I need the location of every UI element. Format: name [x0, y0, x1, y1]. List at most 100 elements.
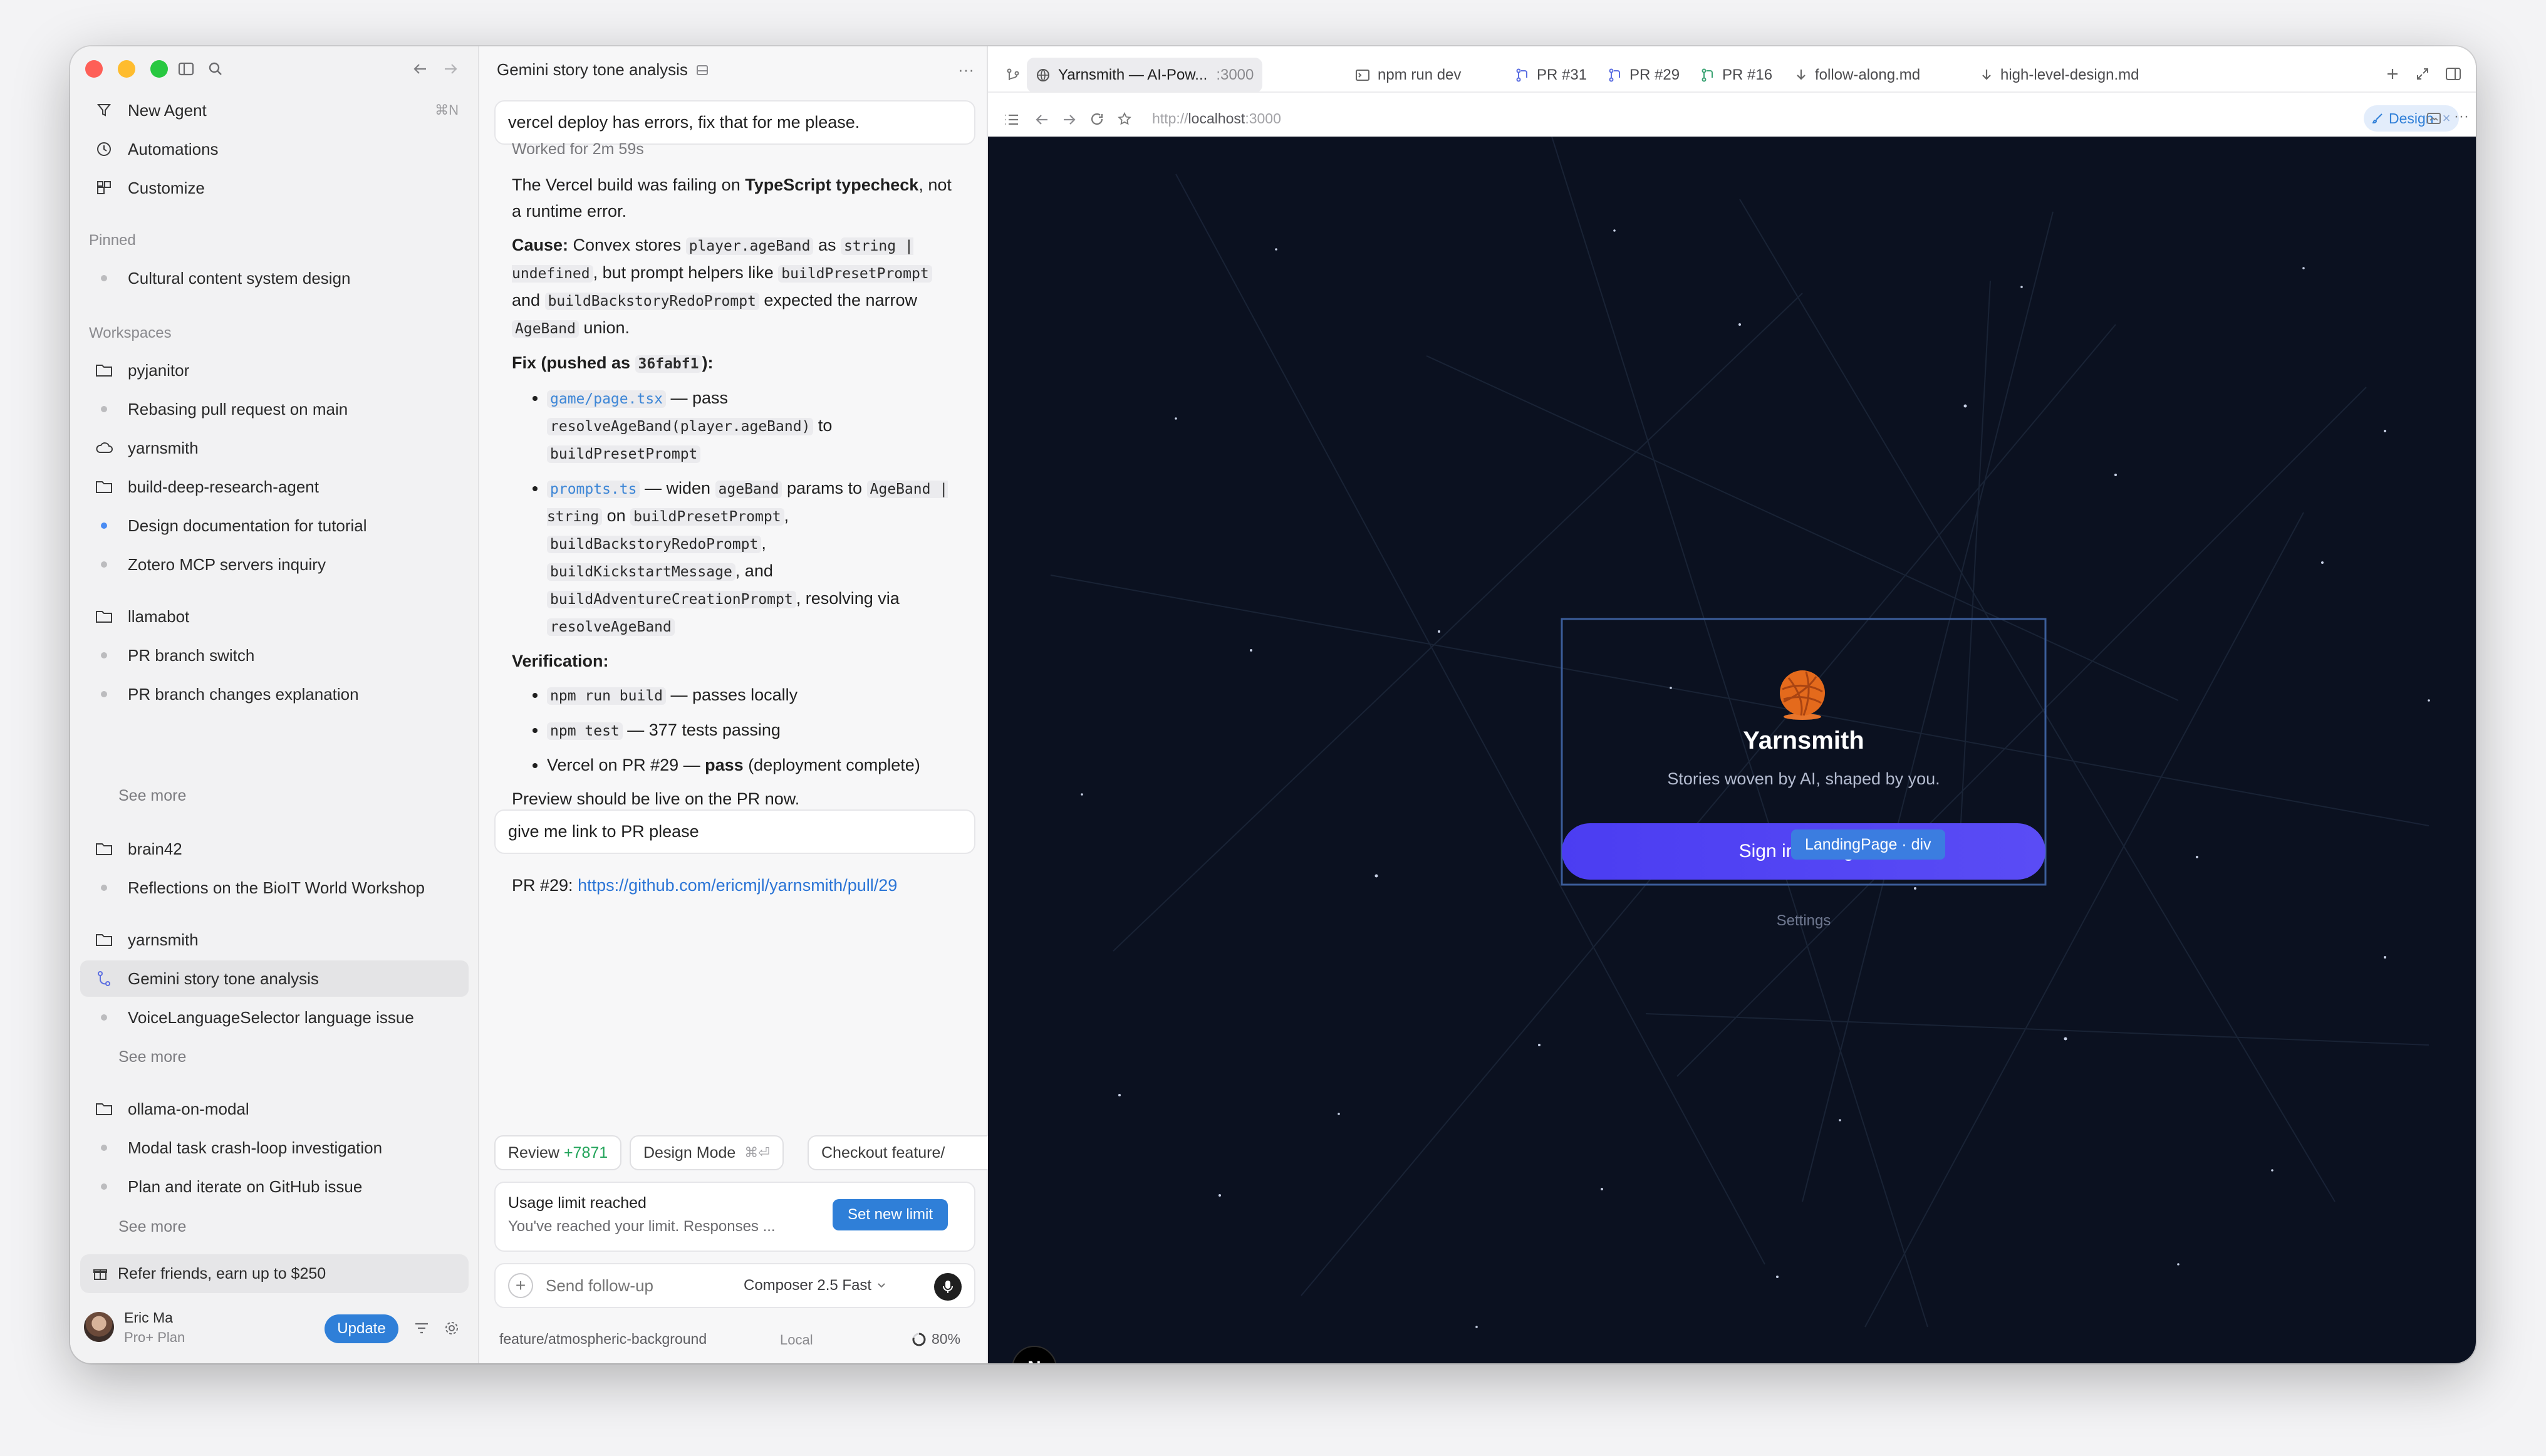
branch-icon[interactable]: [1005, 68, 1021, 83]
sidebar-item-label: Modal task crash-loop investigation: [128, 1138, 383, 1157]
tab-high-level-design[interactable]: high-level-design.md: [1980, 58, 2139, 93]
new-tab-icon[interactable]: [2385, 66, 2400, 81]
tab-pr-31[interactable]: PR #31: [1515, 58, 1587, 93]
set-new-limit-button[interactable]: Set new limit: [833, 1199, 948, 1230]
customize-button[interactable]: Customize: [80, 170, 469, 206]
url-scheme: http://: [1152, 110, 1188, 127]
gear-icon[interactable]: [444, 1320, 460, 1336]
sidebar-item-rebasing[interactable]: Rebasing pull request on main: [80, 391, 469, 427]
design-mode-chip[interactable]: Design Mode ⌘⏎: [630, 1135, 784, 1170]
text: — 377 tests passing: [622, 720, 781, 739]
verification-label: Verification:: [512, 652, 609, 670]
tab-label: follow-along.md: [1815, 66, 1921, 83]
user-message[interactable]: vercel deploy has errors, fix that for m…: [494, 100, 975, 145]
back-arrow-icon[interactable]: [1034, 113, 1049, 127]
tab-pr-16[interactable]: PR #16: [1701, 58, 1772, 93]
search-icon[interactable]: [208, 61, 223, 76]
file-link[interactable]: game/page.tsx: [547, 390, 667, 408]
customize-label: Customize: [128, 178, 205, 197]
panel-toggle-icon[interactable]: [2445, 66, 2461, 81]
reload-icon[interactable]: [1089, 112, 1104, 127]
context-usage[interactable]: 80%: [912, 1331, 960, 1348]
sidebar-toggle-icon[interactable]: [178, 61, 194, 76]
tab-yarnsmith[interactable]: Yarnsmith — AI-Pow... :3000: [1027, 58, 1263, 93]
workspace-ollama-on-modal[interactable]: ollama-on-modal: [80, 1091, 469, 1127]
text: — pass: [666, 388, 729, 407]
text: , resolving via: [796, 589, 900, 608]
workspace-llamabot[interactable]: llamabot: [80, 598, 469, 635]
microphone-button[interactable]: [934, 1273, 962, 1301]
see-more-link[interactable]: See more: [118, 1048, 186, 1066]
tab-port: :3000: [1216, 66, 1254, 83]
tab-pr-29[interactable]: PR #29: [1608, 58, 1680, 93]
see-more-link[interactable]: See more: [118, 1218, 186, 1236]
sidebar-item-pr-branch-changes[interactable]: PR branch changes explanation: [80, 676, 469, 712]
sidebar-item-voice-language[interactable]: VoiceLanguageSelector language issue: [80, 999, 469, 1036]
zoom-window-button[interactable]: [150, 60, 168, 78]
sidebar-item-modal-crash[interactable]: Modal task crash-loop investigation: [80, 1130, 469, 1166]
file-link[interactable]: prompts.ts: [547, 481, 640, 498]
follow-up-input[interactable]: [546, 1273, 721, 1298]
back-arrow-icon[interactable]: [412, 61, 429, 76]
chat-panel: Gemini story tone analysis ··· vercel de…: [479, 46, 988, 1363]
automations-button[interactable]: Automations: [80, 131, 469, 167]
filter-icon[interactable]: [413, 1321, 430, 1336]
tab-npm-run-dev[interactable]: npm run dev: [1355, 58, 1461, 93]
list-icon[interactable]: [1004, 113, 1019, 127]
sidebar-item-zotero[interactable]: Zotero MCP servers inquiry: [80, 546, 469, 583]
sidebar-item-gemini-story[interactable]: Gemini story tone analysis: [80, 960, 469, 997]
forward-arrow-icon[interactable]: [442, 61, 459, 76]
worked-duration[interactable]: Worked for 2m 59s: [512, 140, 644, 159]
url-bar[interactable]: http://localhost:3000: [1152, 110, 1281, 127]
avatar[interactable]: [84, 1312, 114, 1342]
workspace-yarnsmith[interactable]: yarnsmith: [80, 922, 469, 958]
archive-icon[interactable]: [695, 63, 709, 77]
run-location[interactable]: Local: [780, 1332, 813, 1348]
see-more-link[interactable]: See more: [118, 787, 186, 805]
add-attachment-icon[interactable]: +: [508, 1273, 533, 1298]
code: resolveAgeBand(player.ageBand): [547, 418, 814, 435]
model-selector[interactable]: Composer 2.5 Fast: [744, 1277, 886, 1294]
sidebar-item-plan-iterate[interactable]: Plan and iterate on GitHub issue: [80, 1168, 469, 1205]
expand-icon[interactable]: [2415, 66, 2430, 81]
update-button[interactable]: Update: [325, 1314, 398, 1343]
tab-follow-along[interactable]: follow-along.md: [1795, 58, 1920, 93]
review-chip[interactable]: Review +7871: [494, 1135, 622, 1170]
status-dot: [101, 561, 107, 568]
more-options-icon[interactable]: ···: [2454, 108, 2469, 125]
branch-name[interactable]: feature/atmospheric-background: [499, 1331, 707, 1348]
code: AgeBand: [512, 320, 579, 338]
code: buildPresetPrompt: [778, 265, 932, 283]
minimize-window-button[interactable]: [118, 60, 135, 78]
refer-friends-button[interactable]: Refer friends, earn up to $250: [80, 1254, 469, 1293]
close-window-button[interactable]: [85, 60, 103, 78]
response-fix-heading: Fix (pushed as 36fabf1):: [512, 350, 960, 377]
sidebar-item-label: Cultural content system design: [128, 268, 351, 288]
pr-link[interactable]: https://github.com/ericmjl/yarnsmith/pul…: [578, 876, 897, 895]
workspace-pyjanitor[interactable]: pyjanitor: [80, 352, 469, 388]
settings-link[interactable]: Settings: [1562, 912, 2045, 930]
pull-request-icon: [1515, 68, 1529, 83]
brush-icon: [2372, 113, 2384, 124]
markdown-icon: [1795, 68, 1807, 83]
design-mode-toggle[interactable]: Design ×: [2364, 105, 2460, 132]
close-icon[interactable]: ×: [2443, 110, 2451, 127]
sidebar-item-pr-branch-switch[interactable]: PR branch switch: [80, 637, 469, 673]
workspace-brain42[interactable]: brain42: [80, 831, 469, 867]
unread-dot: [101, 523, 107, 529]
code: buildPresetPrompt: [547, 445, 701, 463]
sidebar-item-design-doc[interactable]: Design documentation for tutorial: [80, 507, 469, 544]
forward-arrow-icon[interactable]: [1062, 113, 1077, 127]
star-icon[interactable]: [1117, 112, 1132, 127]
new-agent-button[interactable]: New Agent ⌘N: [80, 92, 469, 128]
more-options-icon[interactable]: ···: [958, 60, 974, 80]
response-closing: Preview should be live on the PR now.: [512, 789, 800, 808]
user-message[interactable]: give me link to PR please: [494, 809, 975, 854]
screenshot-icon[interactable]: [2426, 112, 2441, 125]
checkout-chip[interactable]: Checkout feature/: [808, 1135, 988, 1170]
sidebar-item-pinned[interactable]: Cultural content system design: [80, 260, 469, 296]
workspace-build-deep-research-agent[interactable]: build-deep-research-agent: [80, 469, 469, 505]
code: buildBackstoryRedoPrompt: [544, 293, 759, 310]
sidebar-item-reflections[interactable]: Reflections on the BioIT World Workshop: [80, 870, 469, 906]
workspace-yarnsmith-cloud[interactable]: yarnsmith: [80, 430, 469, 466]
